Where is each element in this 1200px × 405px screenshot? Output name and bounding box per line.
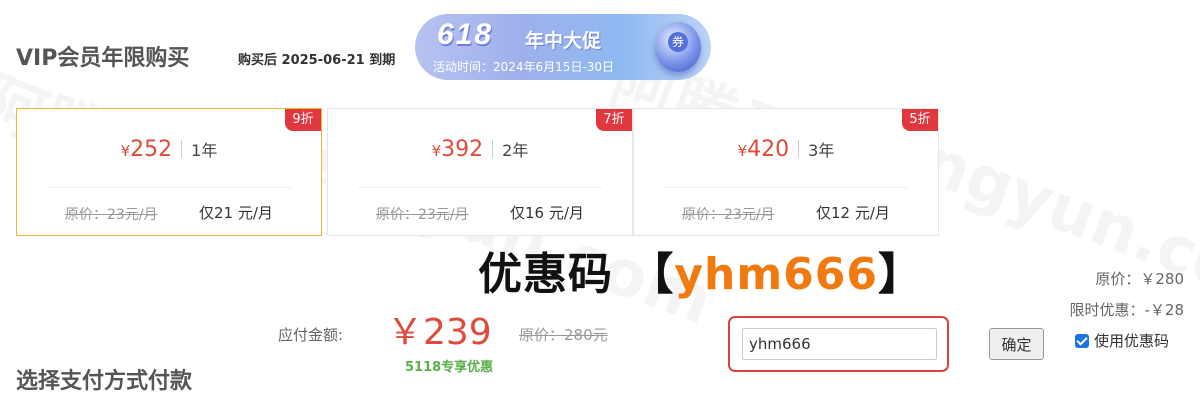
coupon-banner-open-bracket: 【 [629, 249, 675, 300]
payable-label: 应付金额: [278, 326, 344, 344]
coupon-code-input[interactable] [742, 328, 937, 360]
coupon-banner-close-bracket: 】 [878, 249, 924, 300]
coupon-banner-label: 优惠码 [478, 249, 613, 300]
promo-banner[interactable]: 618 年中大促 活动时间：2024年6月15日-30日 券 [415, 14, 711, 80]
plan-term: 3年 [808, 141, 835, 160]
plan-monthly-price: 仅12 元/月 [816, 204, 890, 222]
price-separator [492, 140, 494, 158]
card-divider [664, 187, 908, 188]
use-coupon-checkbox[interactable]: 使用优惠码 [1075, 330, 1169, 351]
plan-original-price: 原价：23元/月 [376, 207, 469, 223]
plan-card-2-year[interactable]: ¥392 2年 原价：23元/月 仅16 元/月 7折 [327, 108, 633, 236]
promo-period: 活动时间：2024年6月15日-30日 [433, 60, 615, 74]
plan-price-amount: 252 [130, 137, 173, 162]
confirm-coupon-button[interactable]: 确定 [989, 328, 1044, 360]
plan-term: 1年 [191, 141, 218, 160]
expire-note: 购买后 2025-06-21 到期 [238, 53, 396, 68]
currency-symbol: ¥ [120, 142, 131, 160]
summary-original-price: 原价：￥280 [1095, 270, 1184, 288]
payable-original-price: 原价：280元 [519, 326, 608, 344]
page-title: VIP会员年限购买 [16, 46, 190, 71]
promo-sub-text: 年中大促 [525, 30, 602, 52]
plan-card-1-year[interactable]: ¥252 1年 原价：23元/月 仅21 元/月 9折 [16, 108, 322, 236]
payable-amount: ￥239 [387, 312, 492, 353]
promo-badge-icon: 券 [655, 22, 701, 72]
exclusive-discount-tag: 5118专享优惠 [405, 360, 494, 375]
payment-method-section-title: 选择支付方式付款 [16, 369, 193, 394]
discount-badge: 5折 [902, 109, 938, 131]
plan-price-amount: 392 [441, 137, 484, 162]
card-divider [47, 187, 291, 188]
plan-card-3-year[interactable]: ¥420 3年 原价：23元/月 仅12 元/月 5折 [633, 108, 939, 236]
plan-price-amount: 420 [747, 137, 790, 162]
coupon-banner-code: yhm666 [674, 249, 879, 300]
summary-limited-discount: 限时优惠：-￥28 [1069, 301, 1184, 319]
plan-monthly-price: 仅16 元/月 [510, 204, 584, 222]
price-separator [181, 140, 183, 158]
plan-original-price: 原价：23元/月 [65, 207, 158, 223]
discount-badge: 9折 [285, 109, 321, 131]
plan-monthly-price: 仅21 元/月 [199, 204, 273, 222]
card-divider [358, 187, 602, 188]
discount-badge: 7折 [596, 109, 632, 131]
coupon-code-banner: 优惠码 【yhm666】 [478, 238, 923, 302]
checkbox-checked-icon[interactable] [1075, 333, 1089, 348]
currency-symbol: ¥ [431, 142, 442, 160]
plan-price: ¥420 3年 [634, 137, 938, 162]
plan-term: 2年 [502, 141, 529, 160]
promo-big-text: 618 [437, 18, 494, 51]
plan-original-price: 原价：23元/月 [682, 207, 775, 223]
plan-price: ¥252 1年 [17, 137, 321, 162]
plan-price: ¥392 2年 [328, 137, 632, 162]
use-coupon-label: 使用优惠码 [1094, 332, 1170, 350]
price-separator [798, 140, 800, 158]
currency-symbol: ¥ [737, 142, 748, 160]
